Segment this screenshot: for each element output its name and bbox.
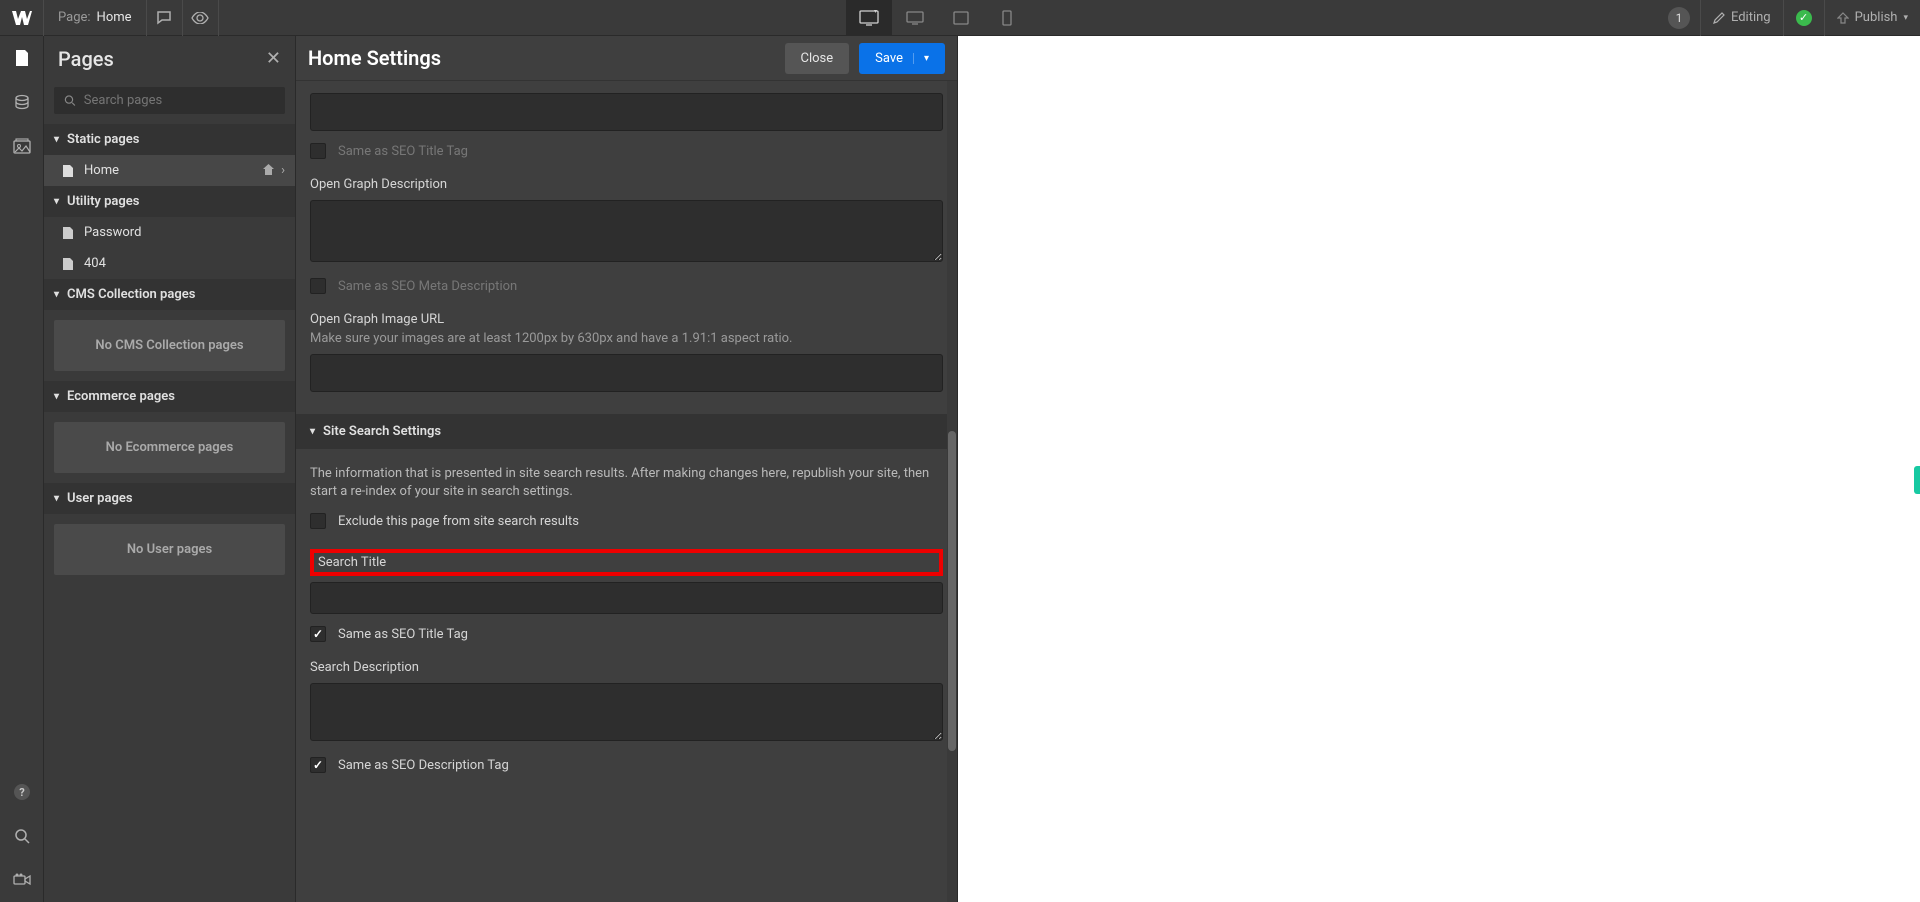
page-item-home[interactable]: Home › bbox=[44, 155, 295, 186]
scrollbar-thumb[interactable] bbox=[948, 431, 956, 751]
caret-down-icon: ▾ bbox=[54, 289, 59, 300]
section-user-pages[interactable]: ▾ User pages bbox=[44, 483, 295, 514]
chevron-right-icon: › bbox=[281, 163, 285, 178]
home-icon bbox=[262, 163, 275, 178]
search-pages-wrap[interactable] bbox=[54, 87, 285, 114]
rail-pages-icon[interactable] bbox=[0, 36, 44, 80]
notification-badge[interactable]: 1 bbox=[1668, 7, 1690, 29]
ecommerce-empty: No Ecommerce pages bbox=[54, 422, 285, 473]
check-circle-icon: ✓ bbox=[1796, 10, 1812, 26]
canvas-preview[interactable] bbox=[958, 36, 1920, 902]
page-icon bbox=[62, 226, 74, 240]
caret-down-icon: ▾ bbox=[310, 426, 315, 437]
rail-assets-icon[interactable] bbox=[0, 124, 44, 168]
rail-video-icon[interactable] bbox=[0, 858, 44, 902]
svg-text:?: ? bbox=[19, 786, 25, 799]
section-label: Ecommerce pages bbox=[67, 389, 175, 404]
section-static-pages[interactable]: ▾ Static pages bbox=[44, 124, 295, 155]
pages-panel: Pages ✕ ▾ Static pages Home › ▾ Utility pa… bbox=[44, 36, 296, 902]
search-desc-input[interactable] bbox=[310, 683, 943, 741]
status-indicator[interactable]: ✓ bbox=[1783, 0, 1824, 36]
caret-down-icon: ▾ bbox=[54, 134, 59, 145]
pages-title: Pages bbox=[58, 47, 114, 71]
exclude-page-checkbox[interactable] bbox=[310, 513, 326, 529]
page-item-404[interactable]: 404 bbox=[44, 248, 295, 279]
device-desktop-large-btn[interactable] bbox=[846, 0, 892, 36]
page-item-label: Home bbox=[84, 163, 119, 178]
page-item-label: 404 bbox=[84, 256, 106, 271]
section-label: Utility pages bbox=[67, 194, 139, 209]
og-desc-same-checkbox[interactable] bbox=[310, 278, 326, 294]
device-desktop-btn[interactable] bbox=[892, 0, 938, 36]
section-ecommerce-pages[interactable]: ▾ Ecommerce pages bbox=[44, 381, 295, 412]
preview-icon[interactable] bbox=[183, 0, 219, 36]
og-image-input[interactable] bbox=[310, 354, 943, 392]
og-image-hint: Make sure your images are at least 1200p… bbox=[310, 331, 943, 346]
section-label: Static pages bbox=[67, 132, 139, 147]
rail-cms-icon[interactable] bbox=[0, 80, 44, 124]
og-image-label: Open Graph Image URL bbox=[310, 312, 943, 327]
section-cms-pages[interactable]: ▾ CMS Collection pages bbox=[44, 279, 295, 310]
og-title-same-label: Same as SEO Title Tag bbox=[338, 144, 468, 159]
device-tablet-btn[interactable] bbox=[938, 0, 984, 36]
page-item-label: Password bbox=[84, 225, 141, 240]
left-rail: ? bbox=[0, 36, 44, 902]
caret-down-icon: ▾ bbox=[54, 196, 59, 207]
editing-mode-btn[interactable]: Editing bbox=[1700, 0, 1783, 36]
search-title-highlight: Search Title bbox=[310, 549, 943, 576]
og-desc-input[interactable] bbox=[310, 200, 943, 262]
page-icon bbox=[62, 164, 74, 178]
caret-down-icon: ▾ bbox=[54, 493, 59, 504]
comments-icon[interactable] bbox=[147, 0, 183, 36]
settings-panel: Home Settings Close Save ▾ Same as SEO T… bbox=[296, 36, 958, 902]
search-title-same-checkbox[interactable] bbox=[310, 626, 326, 642]
search-pages-input[interactable] bbox=[84, 93, 275, 108]
save-label: Save bbox=[875, 51, 903, 66]
search-title-input[interactable] bbox=[310, 582, 943, 614]
webflow-logo[interactable] bbox=[0, 0, 44, 36]
canvas-edge-tab[interactable] bbox=[1914, 466, 1920, 494]
scrollbar-track[interactable] bbox=[947, 81, 957, 902]
topbar: Page: Home 1 Editing ✓ bbox=[0, 0, 1920, 36]
rail-search-icon[interactable] bbox=[0, 814, 44, 858]
user-empty: No User pages bbox=[54, 524, 285, 575]
rail-help-icon[interactable]: ? bbox=[0, 770, 44, 814]
page-label: Page: bbox=[58, 10, 91, 25]
subsection-label: Site Search Settings bbox=[323, 424, 441, 439]
settings-title: Home Settings bbox=[308, 46, 441, 70]
exclude-page-label: Exclude this page from site search resul… bbox=[338, 514, 579, 529]
chevron-down-icon: ▾ bbox=[913, 53, 929, 64]
publish-label: Publish bbox=[1855, 10, 1898, 25]
device-mobile-btn[interactable] bbox=[984, 0, 1030, 36]
og-title-same-checkbox[interactable] bbox=[310, 143, 326, 159]
section-utility-pages[interactable]: ▾ Utility pages bbox=[44, 186, 295, 217]
close-icon[interactable]: ✕ bbox=[266, 48, 281, 69]
og-desc-same-label: Same as SEO Meta Description bbox=[338, 279, 517, 294]
section-label: CMS Collection pages bbox=[67, 287, 195, 302]
site-search-info: The information that is presented in sit… bbox=[310, 465, 943, 501]
search-desc-label: Search Description bbox=[310, 660, 943, 675]
og-desc-label: Open Graph Description bbox=[310, 177, 943, 192]
editing-label: Editing bbox=[1731, 10, 1771, 25]
page-icon bbox=[62, 257, 74, 271]
page-indicator[interactable]: Page: Home bbox=[44, 0, 147, 36]
search-title-same-label: Same as SEO Title Tag bbox=[338, 627, 468, 642]
page-item-password[interactable]: Password bbox=[44, 217, 295, 248]
og-title-input[interactable] bbox=[310, 93, 943, 131]
search-icon bbox=[64, 94, 76, 107]
cms-empty: No CMS Collection pages bbox=[54, 320, 285, 371]
section-label: User pages bbox=[67, 491, 133, 506]
caret-down-icon: ▾ bbox=[54, 391, 59, 402]
page-name: Home bbox=[97, 10, 132, 25]
site-search-header[interactable]: ▾ Site Search Settings bbox=[296, 414, 957, 449]
chevron-down-icon: ▾ bbox=[1903, 13, 1908, 23]
search-title-label: Search Title bbox=[318, 555, 935, 570]
search-desc-same-checkbox[interactable] bbox=[310, 757, 326, 773]
save-button[interactable]: Save ▾ bbox=[859, 43, 945, 74]
search-desc-same-label: Same as SEO Description Tag bbox=[338, 758, 509, 773]
publish-button[interactable]: Publish ▾ bbox=[1824, 0, 1920, 36]
close-button[interactable]: Close bbox=[785, 43, 850, 74]
